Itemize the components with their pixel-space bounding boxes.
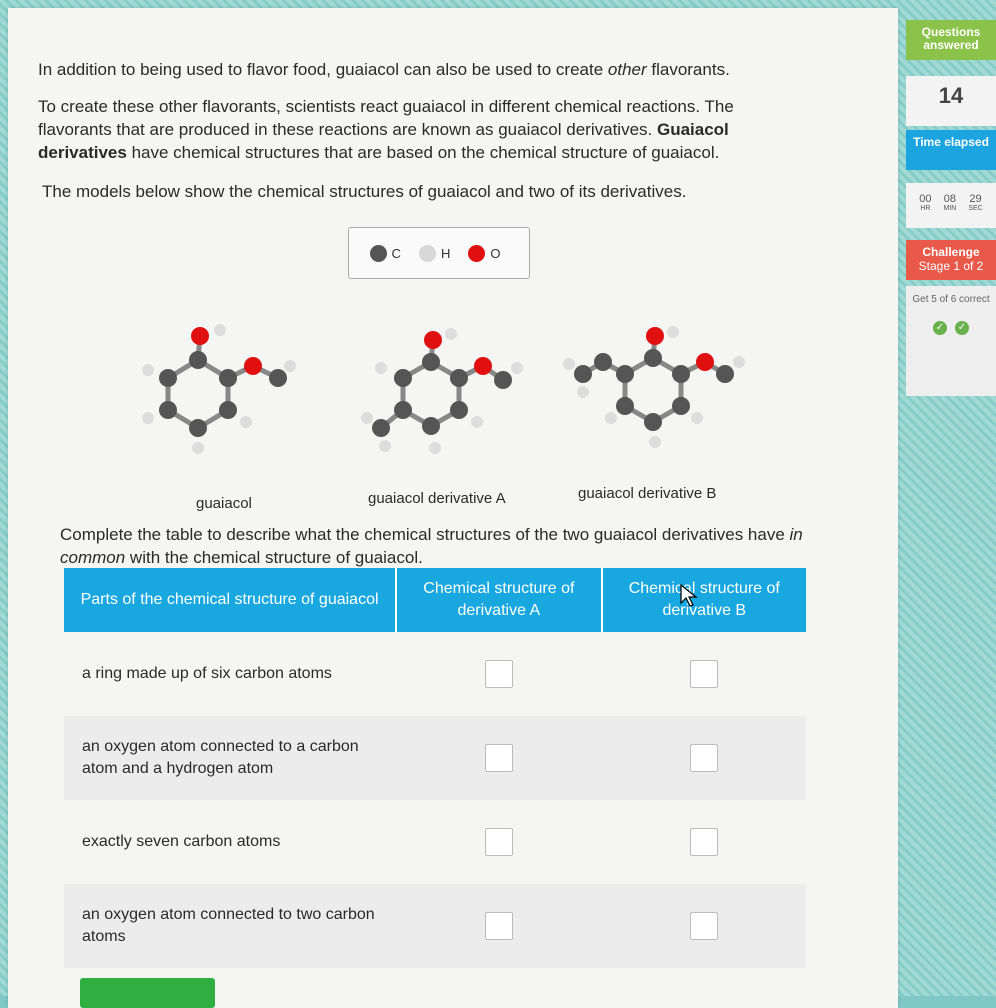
derivative-a-label: guaiacol derivative A (368, 490, 506, 507)
legend-oxygen: O (468, 244, 501, 262)
table-row: a ring made up of six carbon atoms (64, 632, 806, 716)
instruction-text: Complete the table to describe what the … (60, 525, 790, 544)
table-row: an oxygen atom connected to two carbon a… (64, 884, 806, 968)
intro-paragraph-3: The models below show the chemical struc… (42, 182, 687, 201)
oxygen-dot-icon (468, 244, 486, 262)
header-parts: Parts of the chemical structure of guaia… (64, 568, 398, 632)
legend-hydrogen: H (418, 244, 451, 262)
checkbox-a-4[interactable] (484, 912, 513, 940)
header-derivative-b: Chemical structure of derivative B (601, 568, 806, 632)
checkbox-a-1[interactable] (484, 660, 513, 688)
cell-derivative-b (602, 800, 806, 884)
header-derivative-a: Chemical structure of derivative A (396, 568, 603, 632)
guaiacol-model-icon (142, 324, 296, 454)
derivative-b-label: guaiacol derivative B (578, 485, 717, 502)
table-row: an oxygen atom connected to a carbon ato… (64, 716, 806, 800)
legend-oxygen-label: O (490, 245, 501, 261)
definition-text-end: have chemical structures that are based … (126, 143, 720, 162)
intro-text: In addition to being used to flavor food… (38, 60, 608, 79)
hydrogen-dot-icon (418, 244, 436, 262)
row-label: an oxygen atom connected to two carbon a… (64, 884, 397, 968)
cell-derivative-b (602, 632, 806, 716)
intro-paragraph-2: To create these other flavorants, scient… (38, 95, 798, 164)
questions-answered-header: Questions answered (906, 20, 996, 60)
timer-minutes-unit: MIN (943, 205, 957, 212)
submit-button[interactable] (80, 978, 215, 1008)
comparison-table: Parts of the chemical structure of guaia… (64, 568, 806, 968)
timer-seconds-value: 29 (969, 193, 982, 205)
checkbox-b-4[interactable] (689, 912, 718, 940)
legend-carbon-label: C (391, 245, 401, 261)
checkbox-b-2[interactable] (689, 744, 718, 772)
timer-hours-unit: HR (920, 205, 931, 212)
row-label: an oxygen atom connected to a carbon ato… (64, 716, 397, 800)
page-background: In addition to being used to flavor food… (0, 0, 996, 1008)
stage-label: Stage 1 of 2 (918, 259, 984, 273)
derivative-a-model-icon (361, 328, 523, 454)
challenge-header: Challenge Stage 1 of 2 (906, 240, 996, 280)
correct-check-icon: ✓ (955, 321, 969, 335)
cell-derivative-b (601, 716, 806, 800)
cell-derivative-a (396, 884, 602, 968)
timer-minutes-value: 08 (943, 193, 957, 205)
cell-derivative-a (396, 800, 601, 884)
cell-derivative-a (396, 632, 601, 716)
cell-derivative-b (601, 884, 806, 968)
time-elapsed-header: Time elapsed (906, 130, 996, 170)
intro-emphasis: other (607, 60, 647, 79)
guaiacol-label: guaiacol (196, 495, 252, 512)
legend-hydrogen-label: H (440, 245, 451, 261)
cell-derivative-a (396, 716, 602, 800)
derivative-b-model-icon (563, 326, 745, 448)
checkbox-b-3[interactable] (689, 828, 718, 856)
checkbox-b-1[interactable] (689, 660, 718, 688)
carbon-dot-icon (369, 244, 387, 262)
timer-minutes: 08 MIN (944, 193, 957, 228)
atom-legend: C H O (348, 227, 530, 279)
intro-paragraph-1: In addition to being used to flavor food… (38, 58, 818, 81)
challenge-label: Challenge (922, 245, 980, 259)
legend-carbon: C (369, 244, 401, 262)
checkbox-a-3[interactable] (484, 828, 513, 856)
row-label: a ring made up of six carbon atoms (82, 665, 332, 682)
timer: 00 HR 08 MIN 29 SEC (906, 183, 996, 228)
mouse-cursor-icon (680, 584, 698, 607)
checkbox-a-2[interactable] (484, 744, 513, 772)
table-row: exactly seven carbon atoms (64, 800, 806, 884)
row-label: exactly seven carbon atoms (82, 833, 281, 850)
definition-text: To create these other flavorants, scient… (38, 97, 734, 139)
table-instruction: Complete the table to describe what the … (60, 523, 810, 569)
challenge-progress: Get 5 of 6 correct ✓ ✓ (906, 286, 996, 396)
goal-label: Get 5 of 6 correct (912, 294, 990, 305)
timer-hours: 00 HR (919, 193, 931, 228)
timer-seconds-unit: SEC (968, 205, 983, 212)
intro-text-end: flavorants. (646, 60, 730, 79)
timer-hours-value: 00 (919, 193, 932, 205)
instruction-text-end: with the chemical structure of guaiacol. (125, 548, 423, 567)
correct-check-icon: ✓ (933, 321, 947, 335)
timer-seconds: 29 SEC (968, 193, 982, 228)
questions-answered-count: 14 (906, 76, 996, 126)
